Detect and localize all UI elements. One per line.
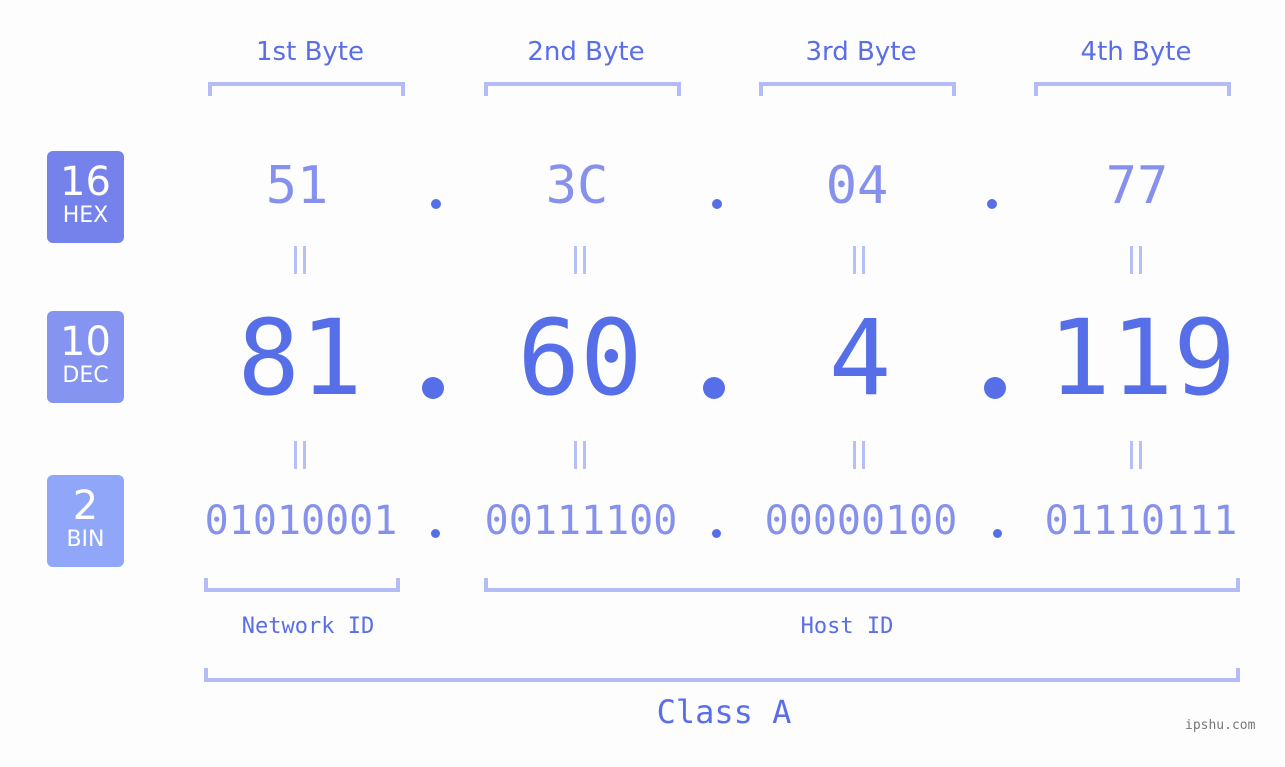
- bin-badge-name: BIN: [66, 527, 105, 552]
- bin-value-3: 00000100: [764, 498, 958, 544]
- byte-bracket-2: [484, 82, 681, 96]
- bin-value-1: 01010001: [204, 498, 398, 544]
- hex-badge: 16 HEX: [47, 151, 124, 243]
- hex-badge-name: HEX: [62, 203, 109, 228]
- bin-value-4: 01110111: [1044, 498, 1238, 544]
- dec-badge-name: DEC: [62, 363, 109, 388]
- dec-separator-dot: [422, 377, 444, 399]
- equals-icon: [839, 441, 879, 477]
- dec-badge: 10 DEC: [47, 311, 124, 403]
- equals-icon: [560, 441, 600, 477]
- byte-label-3: 3rd Byte: [805, 37, 917, 67]
- hex-value-2: 3C: [545, 156, 609, 216]
- byte-label-1: 1st Byte: [256, 37, 364, 67]
- byte-bracket-3: [759, 82, 956, 96]
- network-id-bracket: [204, 578, 400, 592]
- dec-separator-dot: [703, 377, 725, 399]
- byte-bracket-1: [208, 82, 405, 96]
- byte-label-4: 4th Byte: [1080, 37, 1192, 67]
- equals-icon: [280, 441, 320, 477]
- bin-separator-dot: [431, 529, 440, 538]
- hex-badge-number: 16: [60, 159, 111, 205]
- bin-separator-dot: [993, 529, 1002, 538]
- bin-value-2: 00111100: [484, 498, 678, 544]
- class-bracket: [204, 668, 1240, 682]
- hex-value-4: 77: [1105, 156, 1169, 216]
- hex-separator-dot: [987, 199, 997, 209]
- bin-badge-number: 2: [72, 483, 99, 529]
- dec-value-4: 119: [1048, 297, 1236, 419]
- equals-icon: [839, 246, 879, 282]
- dec-value-1: 81: [237, 297, 363, 419]
- hex-value-1: 51: [265, 156, 329, 216]
- host-id-label: Host ID: [800, 614, 894, 639]
- dec-separator-dot: [984, 377, 1006, 399]
- hex-separator-dot: [712, 199, 722, 209]
- dec-value-2: 60: [517, 297, 643, 419]
- equals-icon: [1116, 246, 1156, 282]
- network-id-label: Network ID: [241, 614, 375, 639]
- equals-icon: [280, 246, 320, 282]
- equals-icon: [560, 246, 600, 282]
- bin-badge: 2 BIN: [47, 475, 124, 567]
- host-id-bracket: [484, 578, 1240, 592]
- dec-value-3: 4: [828, 297, 892, 419]
- dec-badge-number: 10: [60, 319, 111, 365]
- bin-separator-dot: [712, 529, 721, 538]
- class-label: Class A: [656, 693, 792, 731]
- hex-value-3: 04: [825, 156, 889, 216]
- byte-bracket-4: [1034, 82, 1231, 96]
- equals-icon: [1116, 441, 1156, 477]
- watermark: ipshu.com: [1185, 718, 1256, 733]
- hex-separator-dot: [431, 199, 441, 209]
- byte-label-2: 2nd Byte: [527, 37, 645, 67]
